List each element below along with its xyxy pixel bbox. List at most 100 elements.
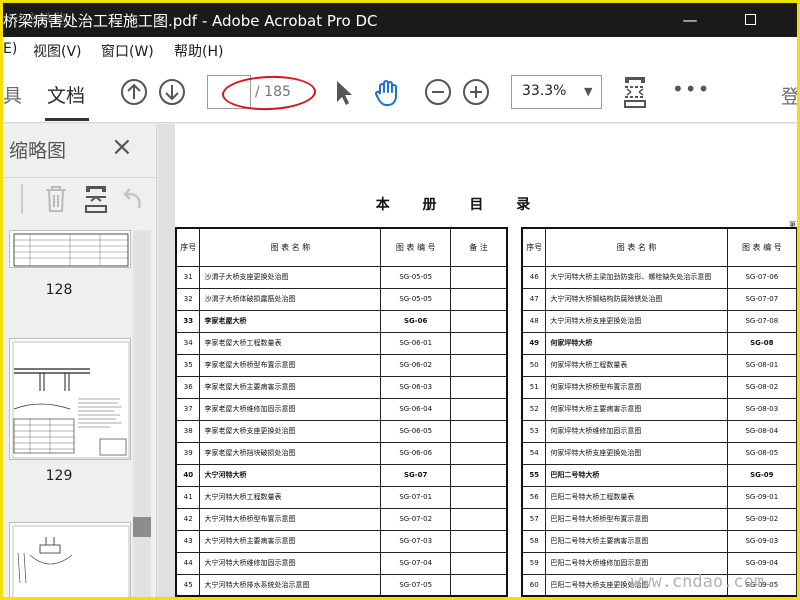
cell-no: 47 — [521, 287, 547, 311]
table-row: 40 大宁河特大桥 SG-07 — [175, 463, 508, 487]
cell-note — [449, 551, 508, 575]
cell-code: SG-09-04 — [726, 551, 797, 575]
undo-icon[interactable] — [121, 186, 145, 212]
watermark-text: 之铁路 — [25, 12, 67, 28]
menu-window[interactable]: 窗口(W) — [101, 41, 154, 61]
sign-in-link[interactable]: 登 — [781, 82, 797, 109]
cell-note — [449, 353, 508, 377]
thumbnail-list: 128 129 — [3, 230, 131, 597]
cell-name: 大宁河特大桥钢结构防腐除锈处治图 — [545, 287, 728, 311]
zoom-in-icon[interactable] — [461, 77, 491, 107]
header-no: 序号 — [521, 227, 547, 267]
cell-no: 55 — [521, 463, 547, 487]
zoom-value: 33.3% — [522, 83, 567, 99]
cell-code: SG-07-01 — [380, 485, 451, 509]
thumbnail-page-129[interactable] — [9, 338, 131, 460]
header-name: 图 表 名 称 — [199, 227, 382, 267]
cell-code: SG-08-01 — [726, 353, 797, 377]
cell-name: 沙渭子大桥支座更换处治图 — [199, 265, 382, 289]
table-row: 33 李家老屋大桥 SG-06 — [175, 309, 508, 333]
cell-code: SG-07-06 — [726, 265, 797, 289]
header-code: 图 表 编 号 — [726, 227, 797, 267]
cell-name: 沙渭子大桥体破损露筋处治图 — [199, 287, 382, 311]
cell-name: 巴阳二号特大桥工程数量表 — [545, 485, 728, 509]
minimize-icon: — — [682, 11, 698, 29]
table-row: 52 何家坪特大桥主要病害示意图 SG-08-03 — [521, 397, 797, 421]
cell-note — [795, 419, 797, 443]
previous-page-icon[interactable] — [119, 77, 149, 107]
cell-name: 大宁河特大桥工程数量表 — [199, 485, 382, 509]
cell-name: 何家坪特大桥维修加固示意图 — [545, 419, 728, 443]
cell-no: 40 — [175, 463, 201, 487]
divider — [21, 184, 23, 214]
fit-page-icon[interactable] — [621, 75, 649, 109]
cell-note — [795, 397, 797, 421]
thumbnail-label: 128 — [45, 282, 73, 298]
close-icon[interactable]: × — [111, 132, 133, 162]
cell-name: 李家老屋大桥维修加固示意图 — [199, 397, 382, 421]
table-row: 39 李家老屋大桥挡块破损处治图 SG-06-06 — [175, 441, 508, 465]
maximize-button[interactable] — [727, 3, 773, 37]
zoom-select[interactable]: 33.3% ▼ — [511, 75, 602, 109]
cell-no: 48 — [521, 309, 547, 333]
thumbnail-tools — [3, 180, 157, 220]
cell-code: SG-08-03 — [726, 397, 797, 421]
document-view[interactable]: 本 册 目 录 第 序号 图 表 名 称 图 表 编 号 备 注 31 沙渭子大桥… — [158, 124, 797, 597]
menu-edit[interactable]: E) — [3, 41, 17, 57]
thumbnail-page-130[interactable] — [9, 522, 131, 597]
table-row: 58 巴阳二号特大桥主要病害示意图 SG-09-03 — [521, 529, 797, 553]
tab-tools[interactable]: 具 — [3, 81, 22, 108]
cell-no: 52 — [521, 397, 547, 421]
minimize-button[interactable]: — — [667, 3, 713, 37]
menu-bar: E) 视图(V) 窗口(W) 帮助(H) — [3, 37, 797, 63]
app-window: 桥梁病害处治工程施工图.pdf - Adobe Acrobat Pro DC 之… — [0, 0, 800, 600]
zoom-out-icon[interactable] — [423, 77, 453, 107]
cell-name: 何家坪特大桥主要病害示意图 — [545, 397, 728, 421]
table-row: 51 何家坪特大桥桥型布置示意图 SG-08-02 — [521, 375, 797, 399]
table-row: 49 何家坪特大桥 SG-08 — [521, 331, 797, 355]
header-no: 序号 — [175, 227, 201, 267]
tab-document[interactable]: 文档 — [47, 81, 85, 108]
delete-page-icon[interactable] — [43, 184, 69, 214]
table-row: 57 巴阳二号特大桥桥型布置示意图 SG-09-02 — [521, 507, 797, 531]
cell-no: 58 — [521, 529, 547, 553]
table-row: 43 大宁河特大桥主要病害示意图 SG-07-03 — [175, 529, 508, 553]
cell-code: SG-06-03 — [380, 375, 451, 399]
cell-code: SG-07-07 — [726, 287, 797, 311]
cell-note — [795, 485, 797, 509]
select-cursor-icon[interactable] — [329, 77, 359, 107]
hand-tool-icon[interactable] — [373, 77, 403, 107]
table-row: 36 李家老屋大桥主要病害示意图 SG-06-03 — [175, 375, 508, 399]
cell-note — [795, 353, 797, 377]
cell-note — [449, 529, 508, 553]
cell-note — [449, 507, 508, 531]
cell-code: SG-09-01 — [726, 485, 797, 509]
thumbnail-preview — [12, 525, 130, 597]
table-row: 54 何家坪特大桥支座更换处治图 SG-08-05 — [521, 441, 797, 465]
table-row: 53 何家坪特大桥维修加固示意图 SG-08-04 — [521, 419, 797, 443]
thumbnail-scrollbar[interactable] — [133, 230, 151, 597]
cell-no: 46 — [521, 265, 547, 289]
more-tools-icon[interactable]: ••• — [672, 77, 710, 101]
table-row: 47 大宁河特大桥钢结构防腐除锈处治图 SG-07-07 — [521, 287, 797, 311]
menu-view[interactable]: 视图(V) — [33, 41, 82, 61]
menu-help[interactable]: 帮助(H) — [174, 41, 223, 61]
cell-code: SG-06-02 — [380, 353, 451, 377]
rearrange-pages-icon[interactable] — [83, 184, 109, 214]
thumbnails-panel: 缩略图 × 128 129 — [3, 124, 157, 597]
toc-table-left: 序号 图 表 名 称 图 表 编 号 备 注 31 沙渭子大桥支座更换处治图 SG-… — [175, 227, 508, 597]
cell-code: SG-07-02 — [380, 507, 451, 531]
cell-no: 34 — [175, 331, 201, 355]
cell-code: SG-05-05 — [380, 287, 451, 311]
thumbnail-page-128[interactable] — [9, 230, 131, 268]
scrollbar-thumb[interactable] — [133, 517, 151, 537]
toc-table-right: 序号 图 表 名 称 图 表 编 号 46 大宁河特大桥主梁加劲防变形、螺栓缺失处… — [521, 227, 797, 597]
next-page-icon[interactable] — [157, 77, 187, 107]
cell-code: SG-06-05 — [380, 419, 451, 443]
document-title: 本 册 目 录 — [375, 197, 545, 213]
cell-code: SG-06-04 — [380, 397, 451, 421]
cell-code: SG-09 — [726, 463, 797, 487]
cell-note — [795, 529, 797, 553]
table-row: 38 李家老屋大桥支座更换处治图 SG-06-05 — [175, 419, 508, 443]
table-row: 50 何家坪特大桥工程数量表 SG-08-01 — [521, 353, 797, 377]
